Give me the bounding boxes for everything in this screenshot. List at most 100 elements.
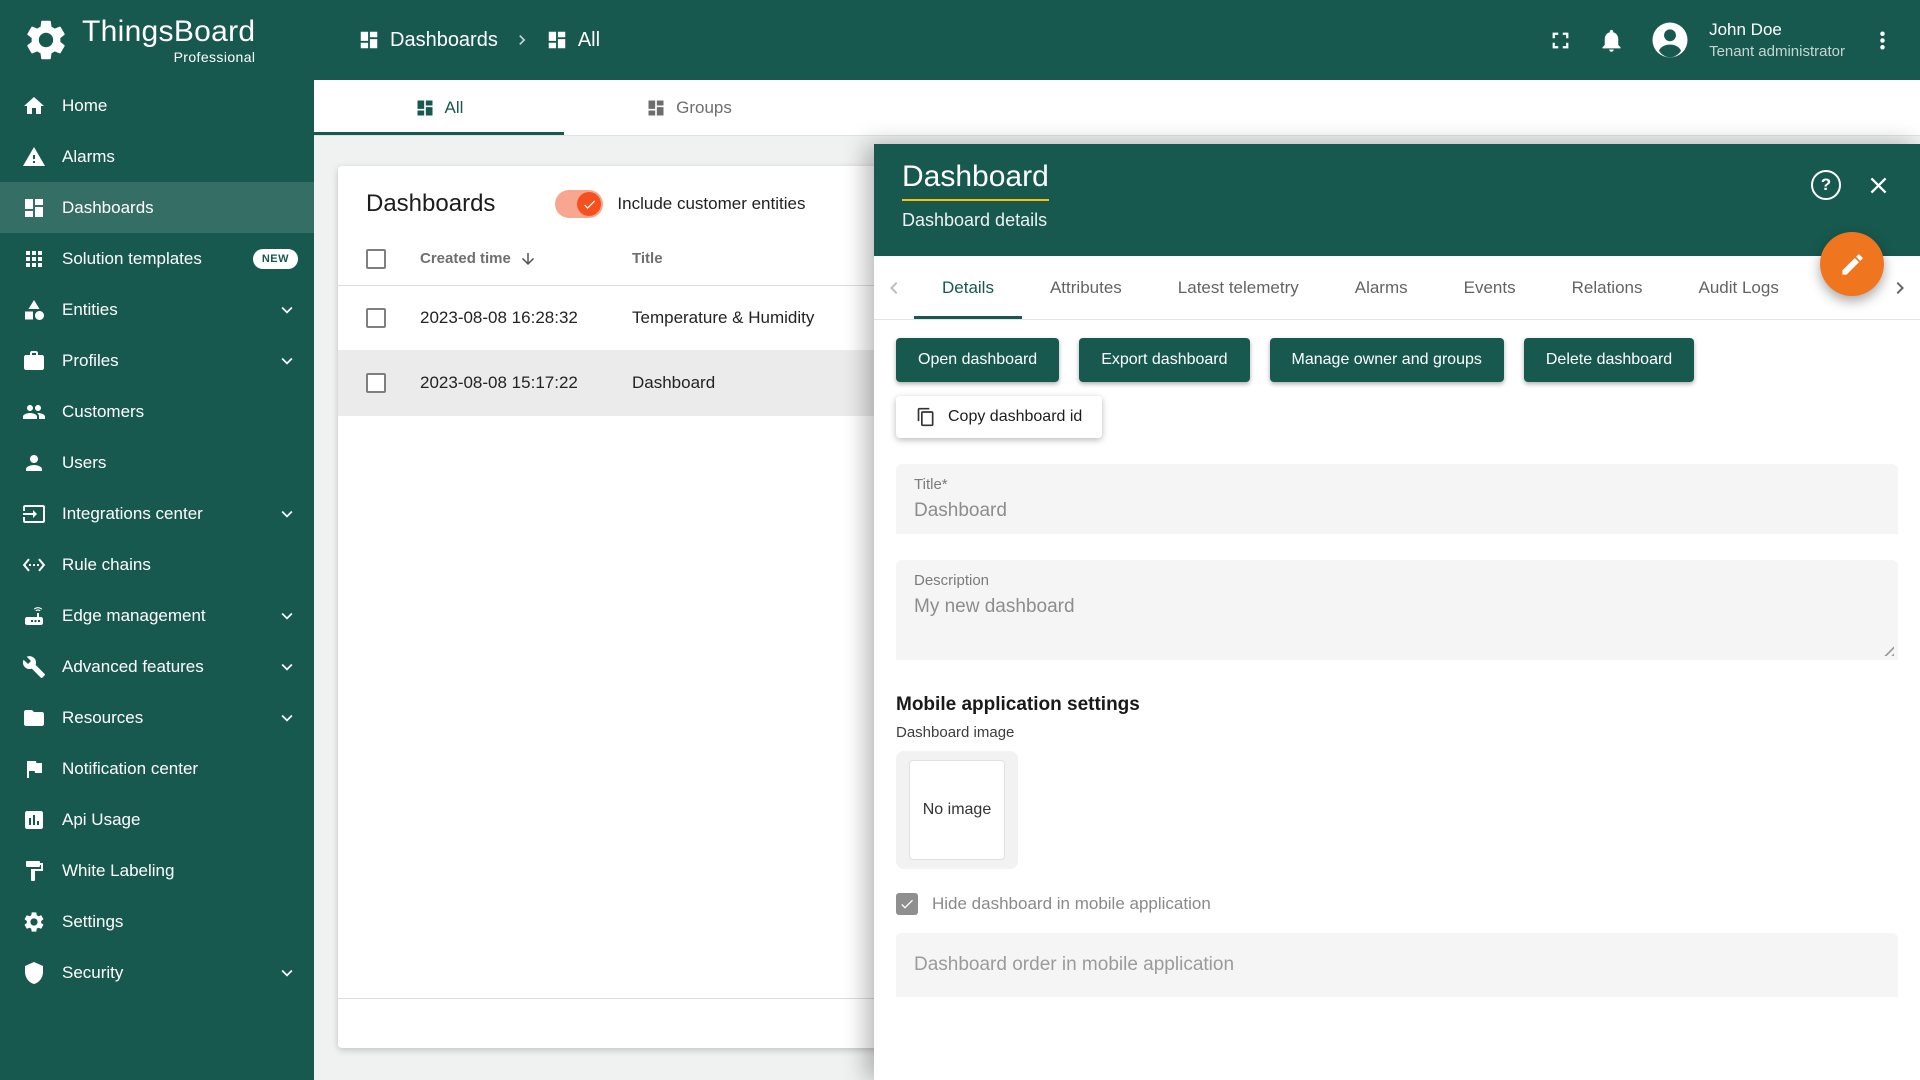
router-icon [22,604,46,628]
sidebar-item-settings[interactable]: Settings [0,896,314,947]
sidebar-item-security[interactable]: Security [0,947,314,998]
kebab-menu-icon [1869,27,1896,54]
app-name: ThingsBoard [82,16,255,48]
drawer-tab-details[interactable]: Details [914,256,1022,319]
select-all-checkbox[interactable] [366,249,386,269]
sidebar-item-advanced-features[interactable]: Advanced features [0,641,314,692]
fullscreen-button[interactable] [1547,27,1574,54]
copy-icon [916,407,936,427]
breadcrumb-label: Dashboards [390,29,498,52]
hide-dashboard-row: Hide dashboard in mobile application [896,893,1898,915]
drawer-tab-relations[interactable]: Relations [1544,256,1671,319]
description-field-value: My new dashboard [914,596,1880,618]
wrench-icon [22,655,46,679]
sidebar-item-white-labeling[interactable]: White Labeling [0,845,314,896]
sidebar-item-home[interactable]: Home [0,80,314,131]
new-badge: NEW [253,249,298,269]
copy-dashboard-id-button[interactable]: Copy dashboard id [896,396,1102,438]
row-checkbox[interactable] [366,373,386,393]
sidebar-item-entities[interactable]: Entities [0,284,314,335]
drawer-body: Open dashboard Export dashboard Manage o… [874,320,1920,997]
no-image-placeholder: No image [909,760,1005,860]
notifications-button[interactable] [1598,27,1625,54]
delete-dashboard-button[interactable]: Delete dashboard [1524,338,1694,382]
mobile-order-label: Dashboard order in mobile application [914,954,1234,976]
created-time-cell: 2023-08-08 16:28:32 [420,308,632,328]
manage-owner-groups-button[interactable]: Manage owner and groups [1270,338,1504,382]
app-edition: Professional [82,49,255,65]
dashboard-details-drawer: Dashboard Dashboard details ? Details At… [874,144,1920,1080]
breadcrumb-separator-icon [512,30,532,50]
drawer-header: Dashboard Dashboard details ? [874,144,1920,256]
sidebar-item-users[interactable]: Users [0,437,314,488]
help-icon[interactable]: ? [1811,170,1841,200]
gear-icon [22,910,46,934]
title-field-label: Title* [914,476,1880,493]
include-customer-entities: Include customer entities [555,190,805,218]
sidebar-item-customers[interactable]: Customers [0,386,314,437]
user-name: John Doe [1709,20,1845,40]
sidebar-item-solution-templates[interactable]: Solution templates NEW [0,233,314,284]
chevron-right-icon [1888,276,1912,300]
avatar [1649,19,1691,61]
user-menu-button[interactable] [1869,27,1896,54]
logo-gear-icon [22,16,70,64]
hide-dashboard-checkbox[interactable] [896,893,918,915]
topbar-actions: John Doe Tenant administrator [1547,19,1920,61]
chevron-down-icon [276,656,298,678]
sidebar-item-resources[interactable]: Resources [0,692,314,743]
title-field-value: Dashboard [914,500,1880,522]
drawer-tabbar: Details Attributes Latest telemetry Alar… [874,256,1920,320]
title-field[interactable]: Title* Dashboard [896,464,1898,534]
edit-fab[interactable] [1820,232,1884,296]
sidebar-item-edge-management[interactable]: Edge management [0,590,314,641]
sidebar-item-rule-chains[interactable]: Rule chains [0,539,314,590]
warning-icon [22,145,46,169]
row-checkbox[interactable] [366,308,386,328]
sidebar-item-profiles[interactable]: Profiles [0,335,314,386]
tabs-scroll-right-button[interactable] [1880,256,1920,319]
description-field-label: Description [914,572,1880,589]
export-dashboard-button[interactable]: Export dashboard [1079,338,1249,382]
hide-dashboard-label: Hide dashboard in mobile application [932,894,1211,914]
copy-row: Copy dashboard id [896,396,1898,438]
check-icon [899,896,915,912]
chevron-down-icon [276,605,298,627]
toggle-label: Include customer entities [617,194,805,214]
fullscreen-icon [1547,27,1574,54]
drawer-tab-alarms[interactable]: Alarms [1327,256,1436,319]
column-created-time[interactable]: Created time [420,250,632,268]
ethernet-icon [22,553,46,577]
dashboards-grid-icon [646,98,666,118]
drawer-actions-row: Open dashboard Export dashboard Manage o… [896,338,1898,382]
description-field[interactable]: Description My new dashboard [896,560,1898,660]
tab-groups[interactable]: Groups [564,80,814,135]
chevron-down-icon [276,503,298,525]
drawer-tab-attributes[interactable]: Attributes [1022,256,1150,319]
breadcrumb-dashboards[interactable]: Dashboards [358,29,498,52]
drawer-tab-audit-logs[interactable]: Audit Logs [1671,256,1807,319]
drawer-tab-latest-telemetry[interactable]: Latest telemetry [1150,256,1327,319]
breadcrumb-all[interactable]: All [546,29,600,52]
sidebar: Home Alarms Dashboards Solution template… [0,80,314,1080]
chart-icon [22,808,46,832]
mobile-order-field[interactable]: Dashboard order in mobile application [896,933,1898,997]
open-dashboard-button[interactable]: Open dashboard [896,338,1059,382]
drawer-tab-events[interactable]: Events [1436,256,1544,319]
shield-icon [22,961,46,985]
app-logo[interactable]: ThingsBoard Professional [0,16,314,65]
close-button[interactable] [1865,172,1892,199]
chevron-down-icon [276,707,298,729]
sidebar-item-notification-center[interactable]: Notification center [0,743,314,794]
dashboard-image-dropzone[interactable]: No image [896,751,1018,869]
sidebar-item-dashboards[interactable]: Dashboards [0,182,314,233]
sidebar-item-alarms[interactable]: Alarms [0,131,314,182]
resize-handle[interactable] [1881,643,1894,656]
apps-grid-icon [22,247,46,271]
sidebar-item-integrations-center[interactable]: Integrations center [0,488,314,539]
topbar: ThingsBoard Professional Dashboards All … [0,0,1920,80]
include-customer-entities-toggle[interactable] [555,190,603,218]
sidebar-item-api-usage[interactable]: Api Usage [0,794,314,845]
tab-all[interactable]: All [314,80,564,135]
mobile-settings-heading: Mobile application settings [896,694,1898,716]
